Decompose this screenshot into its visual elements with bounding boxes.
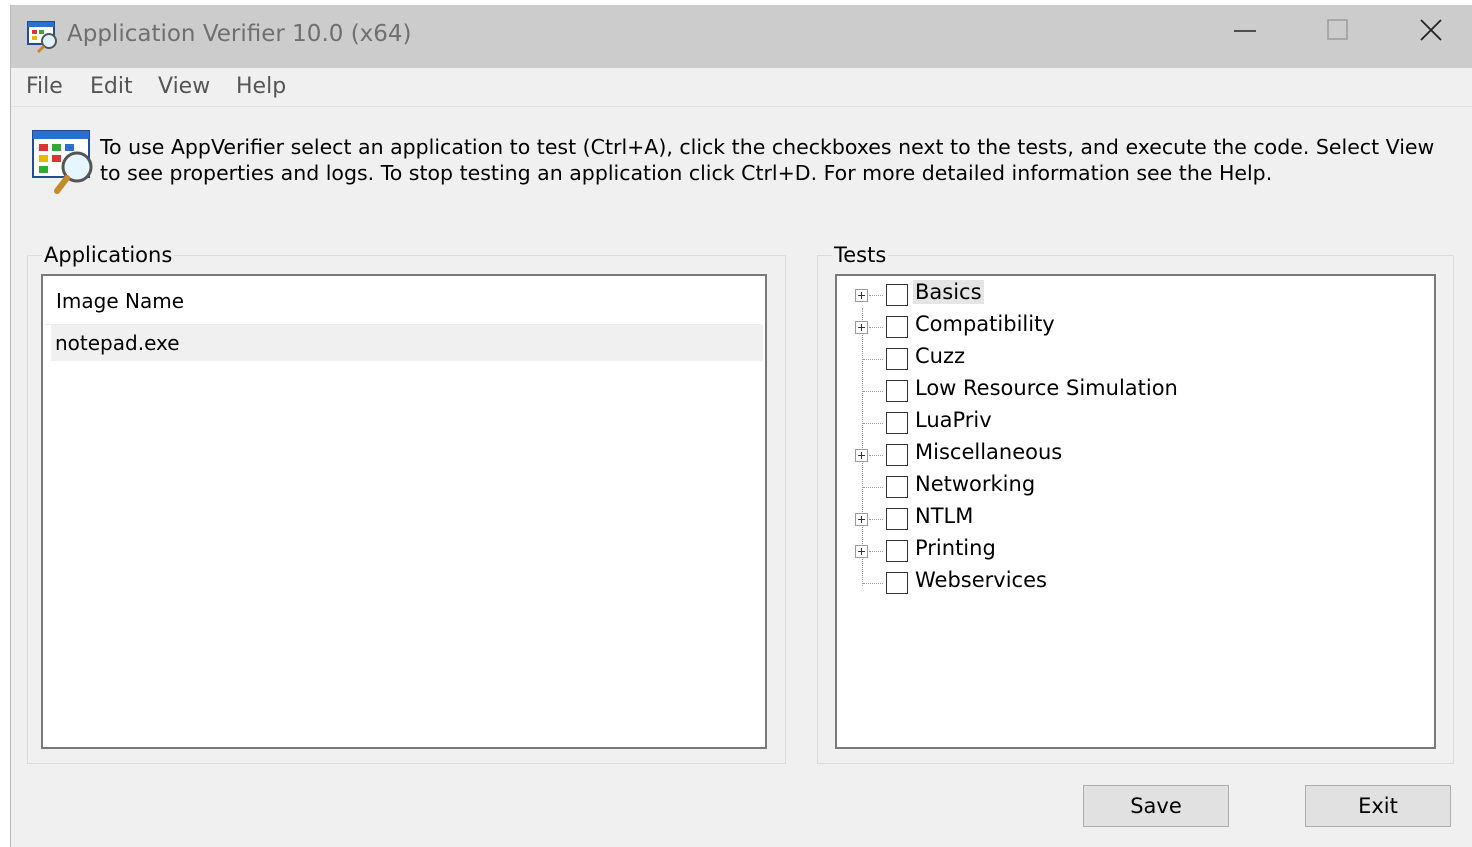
test-label: Low Resource Simulation	[915, 376, 1178, 400]
menu-view[interactable]: View	[158, 74, 210, 99]
test-checkbox[interactable]	[886, 284, 908, 306]
test-label: Miscellaneous	[915, 440, 1063, 464]
tree-item[interactable]: Basics	[837, 279, 1427, 311]
instructions-text: To use AppVerifier select an application…	[100, 135, 1435, 185]
test-label: Cuzz	[915, 344, 966, 368]
maximize-button[interactable]	[1291, 5, 1383, 57]
tree-connector	[863, 423, 883, 424]
tree-item[interactable]: Miscellaneous	[837, 439, 1427, 471]
test-checkbox[interactable]	[886, 348, 908, 370]
tree-item[interactable]: Networking	[837, 471, 1427, 503]
tree-connector	[869, 551, 883, 552]
test-checkbox[interactable]	[886, 444, 908, 466]
menu-file[interactable]: File	[26, 74, 63, 99]
menu-help[interactable]: Help	[236, 74, 286, 99]
close-button[interactable]	[1385, 5, 1472, 57]
title-bar[interactable]: Application Verifier 10.0 (x64)	[11, 5, 1472, 68]
test-label: Compatibility	[915, 312, 1055, 336]
test-checkbox[interactable]	[886, 476, 908, 498]
plus-expander-icon[interactable]	[855, 513, 868, 526]
application-image-name: notepad.exe	[55, 331, 180, 355]
tree-connector	[863, 487, 883, 488]
test-checkbox[interactable]	[886, 540, 908, 562]
tree-item[interactable]: LuaPriv	[837, 407, 1427, 439]
app-window: Application Verifier 10.0 (x64) File Edi…	[10, 5, 1472, 847]
tree-connector	[863, 391, 883, 392]
plus-expander-icon[interactable]	[855, 321, 868, 334]
save-button[interactable]: Save	[1083, 785, 1229, 827]
tree-item[interactable]: Cuzz	[837, 343, 1427, 375]
test-checkbox[interactable]	[886, 316, 908, 338]
exit-button[interactable]: Exit	[1305, 785, 1451, 827]
tree-connector	[869, 327, 883, 328]
test-checkbox[interactable]	[886, 508, 908, 530]
tree-item[interactable]: NTLM	[837, 503, 1427, 535]
app-verifier-icon	[27, 19, 61, 54]
close-icon	[1420, 19, 1442, 41]
minimize-icon	[1234, 30, 1256, 32]
tree-item[interactable]: Printing	[837, 535, 1427, 567]
window-title: Application Verifier 10.0 (x64)	[67, 21, 412, 47]
magnifier-app-icon	[31, 127, 99, 197]
minimize-button[interactable]	[1199, 5, 1291, 57]
image-name-column-header[interactable]: Image Name	[45, 278, 761, 325]
tree-connector	[869, 295, 883, 296]
tree-item[interactable]: Low Resource Simulation	[837, 375, 1427, 407]
tree-connector	[869, 519, 883, 520]
test-label: Printing	[915, 536, 996, 560]
plus-expander-icon[interactable]	[855, 449, 868, 462]
applications-list[interactable]: Image Name notepad.exe	[41, 274, 767, 749]
tree-connector	[863, 359, 883, 360]
plus-expander-icon[interactable]	[855, 545, 868, 558]
tests-tree[interactable]: Basics Compatibility Cuzz Low Resource Simu…	[835, 274, 1436, 749]
test-label: Networking	[915, 472, 1036, 496]
tree-item[interactable]: Compatibility	[837, 311, 1427, 343]
tests-group-label: Tests	[832, 243, 889, 267]
table-row[interactable]: notepad.exe	[51, 325, 763, 361]
test-label: NTLM	[915, 504, 974, 528]
test-label: Basics	[913, 280, 984, 304]
maximize-icon	[1327, 19, 1348, 40]
tree-connector	[863, 583, 883, 584]
test-checkbox[interactable]	[886, 572, 908, 594]
tree-connector	[869, 455, 883, 456]
test-label: LuaPriv	[915, 408, 992, 432]
test-checkbox[interactable]	[886, 380, 908, 402]
tree-item[interactable]: Webservices	[837, 567, 1427, 599]
test-label: Webservices	[915, 568, 1047, 592]
menu-edit[interactable]: Edit	[90, 74, 133, 99]
menu-bar: File Edit View Help	[11, 68, 1472, 107]
applications-group-label: Applications	[42, 243, 175, 267]
test-checkbox[interactable]	[886, 412, 908, 434]
plus-expander-icon[interactable]	[855, 289, 868, 302]
